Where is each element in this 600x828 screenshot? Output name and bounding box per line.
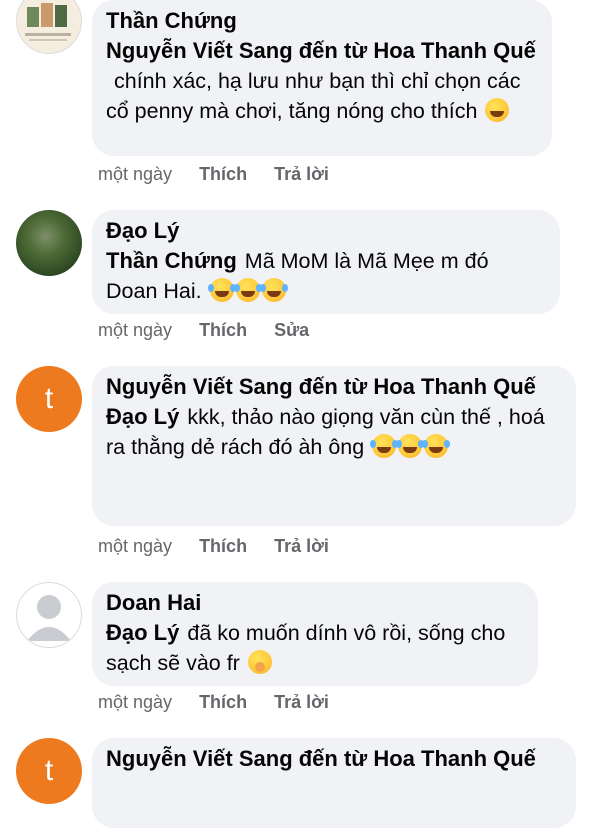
rofl-emoji	[233, 278, 260, 302]
comment-actions: một ngày Thích Sửa	[98, 318, 309, 342]
comment-time[interactable]: một ngày	[98, 692, 172, 712]
hand-over-mouth-emoji	[485, 98, 510, 122]
comment-actions: một ngày Thích Trả lời	[98, 534, 329, 558]
reply-button[interactable]: Trả lời	[274, 536, 329, 556]
comment-author[interactable]: Đạo Lý	[106, 216, 544, 246]
like-button[interactable]: Thích	[199, 692, 247, 712]
reply-button[interactable]: Trả lời	[274, 692, 329, 712]
like-button[interactable]: Thích	[199, 536, 247, 556]
avatar[interactable]	[16, 0, 82, 54]
avatar[interactable]: t	[16, 738, 82, 804]
comment-time[interactable]: một ngày	[98, 164, 172, 184]
comment-bubble: Nguyễn Viết Sang đến từ Hoa Thanh Quế Đạ…	[92, 366, 576, 526]
avatar[interactable]	[16, 582, 82, 648]
comment-actions: một ngày Thích Trả lời	[98, 162, 329, 186]
comment-bubble: Thần Chứng Nguyễn Viết Sang đến từ Hoa T…	[92, 0, 552, 156]
reply-button[interactable]: Trả lời	[274, 164, 329, 184]
comment-author[interactable]: Doan Hai	[106, 588, 522, 618]
comment-bubble: Doan Hai Đạo Lý đã ko muốn dính vô rồi, s…	[92, 582, 538, 686]
rofl-emoji	[259, 278, 286, 302]
like-button[interactable]: Thích	[199, 164, 247, 184]
avatar[interactable]	[16, 210, 82, 276]
default-avatar-icon	[27, 595, 71, 641]
mention-link[interactable]: Đạo Lý	[106, 620, 179, 645]
tears-of-joy-emoji	[422, 434, 449, 458]
like-button[interactable]: Thích	[199, 320, 247, 340]
comment-bubble: Nguyễn Viết Sang đến từ Hoa Thanh Quế	[92, 738, 576, 828]
edit-button[interactable]: Sửa	[274, 320, 309, 340]
comment-text: Nguyễn Viết Sang đến từ Hoa Thanh Quế chí…	[106, 36, 536, 126]
rofl-emoji	[207, 278, 234, 302]
comment-text: Đạo Lý đã ko muốn dính vô rồi, sống cho s…	[106, 618, 522, 678]
comment-author[interactable]: Thần Chứng	[106, 6, 536, 36]
comment-bubble: Đạo Lý Thần Chứng Mã MoM là Mã Mẹe m đó D…	[92, 210, 560, 314]
comment-time[interactable]: một ngày	[98, 320, 172, 340]
avatar[interactable]: t	[16, 366, 82, 432]
mention-link[interactable]: Nguyễn Viết Sang đến từ Hoa Thanh Quế	[106, 38, 536, 63]
comment-author[interactable]: Nguyễn Viết Sang đến từ Hoa Thanh Quế	[106, 744, 560, 774]
comment-actions: một ngày Thích Trả lời	[98, 690, 329, 714]
yawning-emoji	[247, 650, 272, 674]
mention-link[interactable]: Đạo Lý	[106, 404, 179, 429]
comment-text: Thần Chứng Mã MoM là Mã Mẹe m đó Doan Hai…	[106, 246, 544, 306]
tears-of-joy-emoji	[370, 434, 397, 458]
avatar-image	[17, 0, 81, 53]
comment-author[interactable]: Nguyễn Viết Sang đến từ Hoa Thanh Quế	[106, 372, 560, 402]
mention-link[interactable]: Thần Chứng	[106, 248, 237, 273]
comment-text: Đạo Lý kkk, thảo nào giọng văn cùn thế , …	[106, 402, 560, 462]
tears-of-joy-emoji	[396, 434, 423, 458]
comment-time[interactable]: một ngày	[98, 536, 172, 556]
comment-body: chính xác, hạ lưu như bạn thì chỉ chọn c…	[106, 69, 521, 123]
